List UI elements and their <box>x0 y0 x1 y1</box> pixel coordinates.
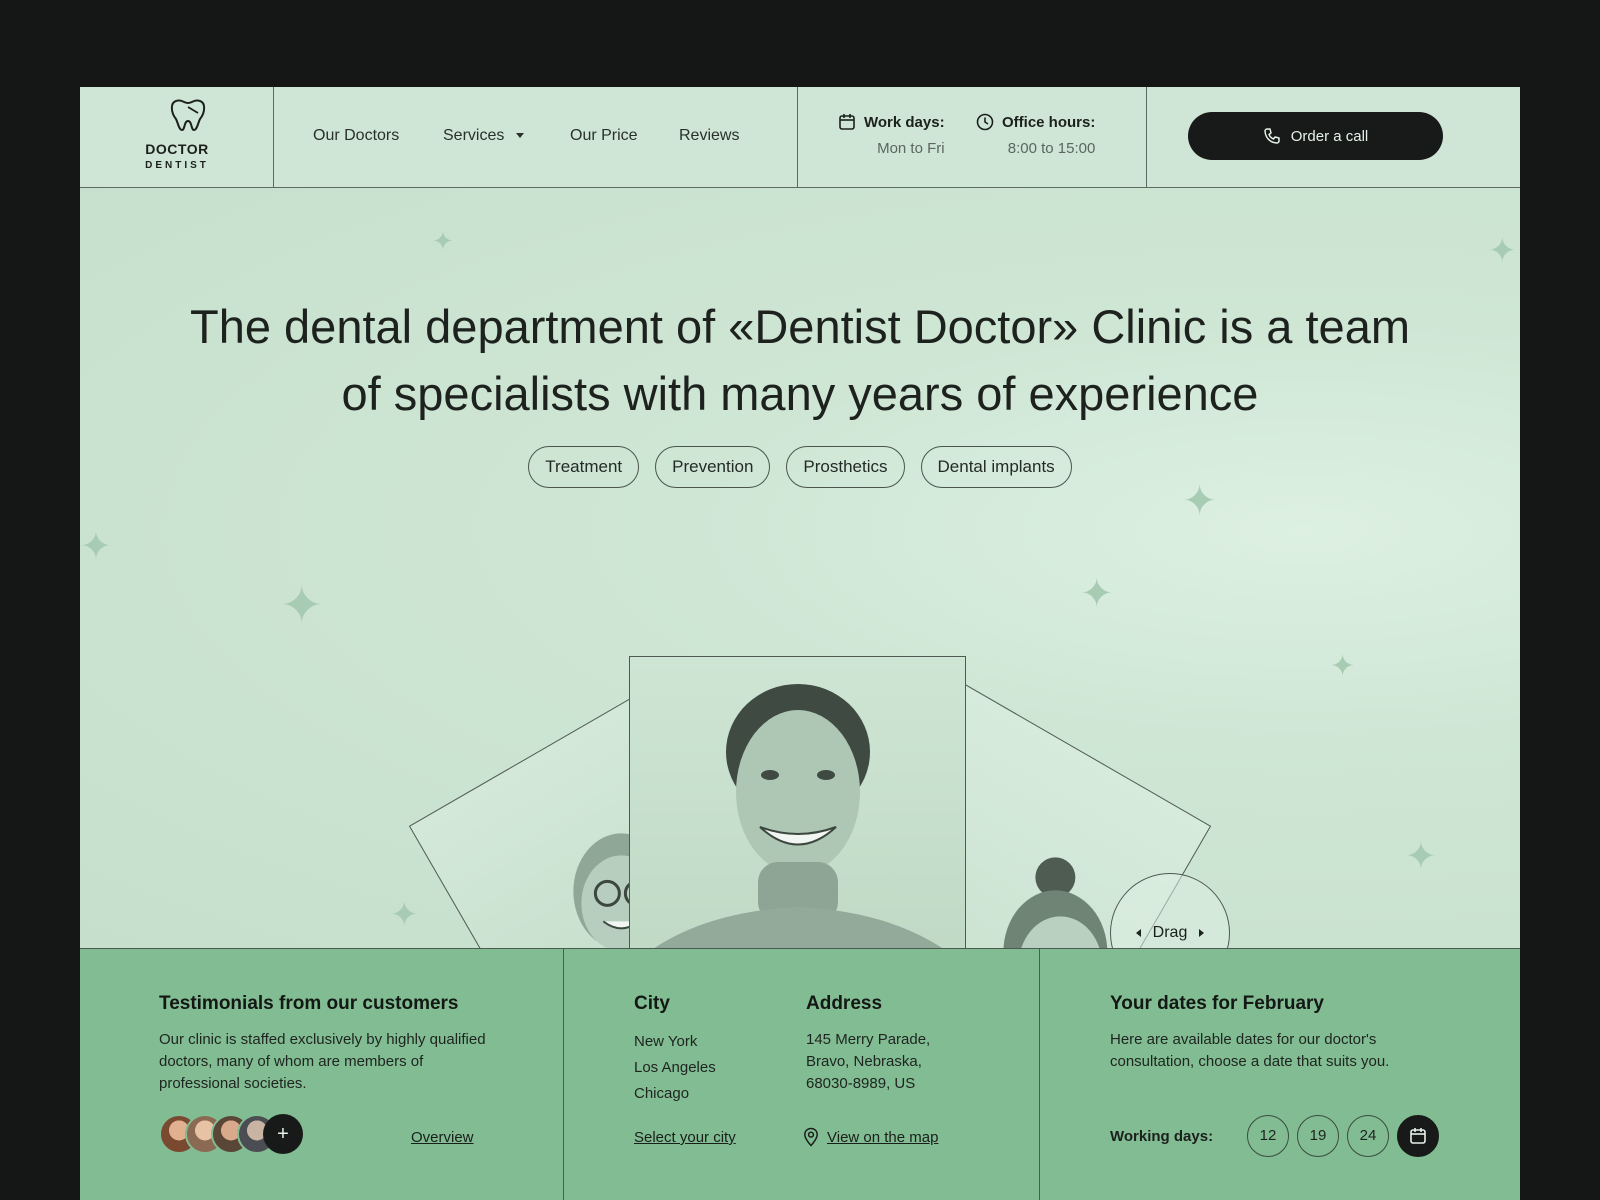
hero-headline-line-2: of specialists with many years of experi… <box>341 367 1259 420</box>
city-item[interactable]: New York <box>634 1029 716 1055</box>
date-option[interactable]: 24 <box>1347 1115 1389 1157</box>
nav-services-label: Services <box>443 127 505 144</box>
work-days-block: Work days: Mon to Fri <box>838 113 945 157</box>
phone-icon <box>1263 128 1280 144</box>
brand-subtitle: DENTIST <box>145 160 209 171</box>
view-map-link-group[interactable]: View on the map <box>803 1127 938 1147</box>
testimonials-title: Testimonials from our customers <box>159 993 459 1014</box>
tooth-icon <box>170 99 206 132</box>
office-hours-value: 8:00 to 15:00 <box>1007 140 1096 157</box>
order-call-area: Order a call <box>1147 87 1520 187</box>
work-days-label: Work days: <box>864 113 945 131</box>
date-option[interactable]: 12 <box>1247 1115 1289 1157</box>
work-days-value: Mon to Fri <box>877 140 945 157</box>
working-days-label: Working days: <box>1110 1128 1214 1145</box>
address-line: 68030-8989, US <box>806 1075 916 1092</box>
select-city-link[interactable]: Select your city <box>634 1129 736 1146</box>
order-call-label: Order a call <box>1290 127 1369 145</box>
sparkle-decoration: ✦ <box>390 896 419 934</box>
hero-headline: The dental department of «Dentist Doctor… <box>140 293 1460 427</box>
nav-reviews[interactable]: Reviews <box>679 127 739 145</box>
office-hours-block: Office hours: 8:00 to 15:00 <box>976 113 1095 157</box>
sparkle-decoration: ✦ <box>1330 650 1356 683</box>
logo[interactable]: DOCTOR DENTIST <box>80 87 274 187</box>
clock-icon <box>976 113 994 131</box>
service-tags: Treatment Prevention Prosthetics Dental … <box>80 446 1520 488</box>
city-list: New York Los Angeles Chicago <box>634 1029 716 1107</box>
date-option[interactable]: 19 <box>1297 1115 1339 1157</box>
address-line: 145 Merry Parade, <box>806 1031 931 1048</box>
page-frame: DOCTOR DENTIST Our Doctors Services Our … <box>80 87 1520 1200</box>
calendar-icon <box>1410 1128 1426 1144</box>
city-item[interactable]: Chicago <box>634 1081 716 1107</box>
sparkle-decoration: ✦ <box>1080 572 1114 616</box>
dates-column: Your dates for February Here are availab… <box>1040 949 1520 1200</box>
tag-dental-implants[interactable]: Dental implants <box>920 446 1072 488</box>
sparkle-decoration: ✦ <box>280 577 324 635</box>
nav-services[interactable]: Services <box>443 127 525 145</box>
sparkle-decoration: ✦ <box>432 226 454 256</box>
nav-our-price[interactable]: Our Price <box>570 127 638 145</box>
city-item[interactable]: Los Angeles <box>634 1055 716 1081</box>
testimonials-column: Testimonials from our customers Our clin… <box>80 949 564 1200</box>
address-text: 145 Merry Parade, Bravo, Nebraska, 68030… <box>806 1029 930 1095</box>
address-title: Address <box>806 993 883 1014</box>
caret-down-icon <box>516 133 525 139</box>
sparkle-decoration: ✦ <box>1405 836 1437 878</box>
arrow-right-icon <box>1199 929 1205 937</box>
view-map-link[interactable]: View on the map <box>827 1129 938 1146</box>
schedule-info: Work days: Mon to Fri Office hours: 8:00… <box>798 87 1147 187</box>
tag-prevention[interactable]: Prevention <box>655 446 771 488</box>
sparkle-decoration: ✦ <box>1488 232 1517 270</box>
office-hours-label: Office hours: <box>1002 113 1096 131</box>
tag-treatment[interactable]: Treatment <box>528 446 640 488</box>
dates-text: Here are available dates for our doctor'… <box>1110 1031 1390 1070</box>
main-nav: Our Doctors Services Our Price Reviews <box>274 87 798 187</box>
dates-title: Your dates for February <box>1110 993 1324 1014</box>
info-panel: Testimonials from our customers Our clin… <box>80 948 1520 1200</box>
nav-our-doctors[interactable]: Our Doctors <box>313 127 399 145</box>
drag-label: Drag <box>1152 924 1188 941</box>
city-title: City <box>634 993 670 1014</box>
order-call-button[interactable]: Order a call <box>1188 112 1443 160</box>
overview-link[interactable]: Overview <box>411 1129 474 1146</box>
hero-headline-line-1: The dental department of «Dentist Doctor… <box>190 300 1410 353</box>
arrow-left-icon <box>1135 929 1141 937</box>
tag-prosthetics[interactable]: Prosthetics <box>786 446 905 488</box>
sparkle-decoration: ✦ <box>80 526 112 568</box>
site-header: DOCTOR DENTIST Our Doctors Services Our … <box>80 87 1520 188</box>
hero-section: ✦ ✦ ✦ ✦ ✦ ✦ ✦ ✦ ✦ The dental department … <box>80 188 1520 1182</box>
open-calendar-button[interactable] <box>1397 1115 1439 1157</box>
testimonials-text: Our clinic is staffed exclusively by hig… <box>159 1031 486 1092</box>
address-line: Bravo, Nebraska, <box>806 1053 922 1070</box>
calendar-icon <box>839 114 855 130</box>
location-column: City New York Los Angeles Chicago Select… <box>564 949 1040 1200</box>
brand-name: DOCTOR <box>145 141 209 157</box>
add-more-avatars-button[interactable]: + <box>263 1114 303 1154</box>
map-pin-icon <box>804 1127 818 1147</box>
customer-avatars: + <box>159 1114 303 1154</box>
